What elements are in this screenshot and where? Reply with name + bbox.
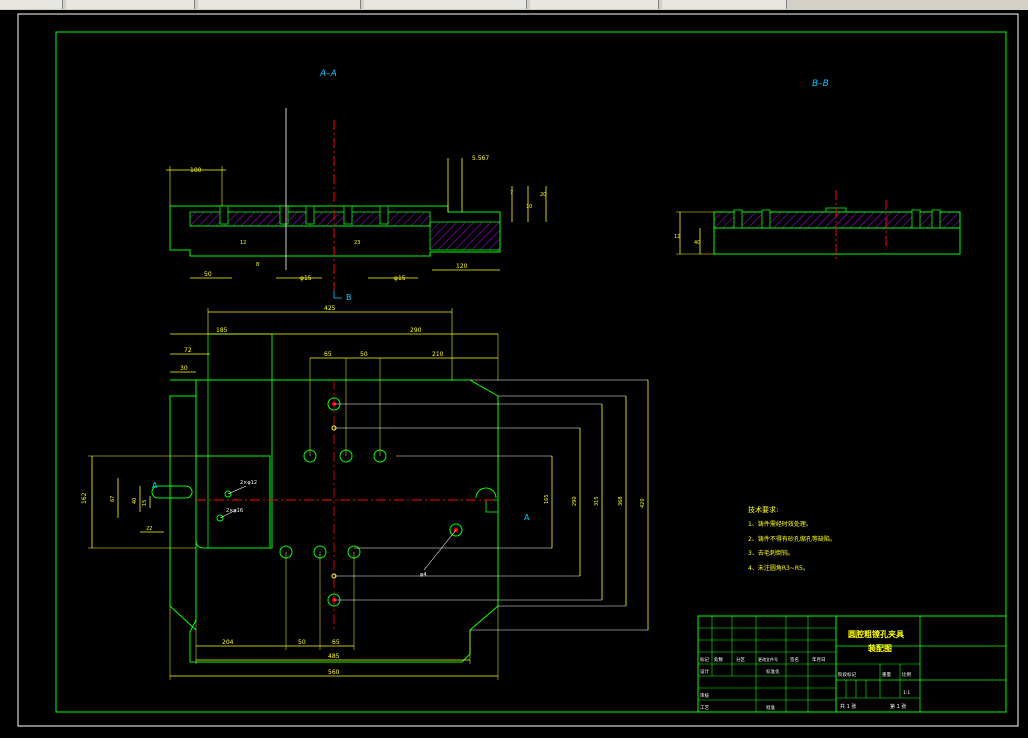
taskbar-tab[interactable] (0, 0, 63, 9)
plan-dim: 65 (332, 639, 340, 646)
aa-dim: 100 (190, 167, 202, 174)
tb-header: 分区 (736, 656, 745, 663)
tb-header: 处数 (714, 656, 723, 663)
plan-dim: 315 (594, 496, 600, 506)
cut-marker: B (346, 293, 352, 302)
aa-dim: 8 (256, 262, 259, 268)
tb-header: 标记 (700, 656, 709, 663)
section-mark-a: A (152, 481, 158, 490)
tb-header: 签名 (790, 656, 799, 663)
assembly-drawing: A–A 100 5.567 50 φ15 φ15 120 7 10 20 12 … (17, 13, 1019, 727)
aa-dim: φ15 (394, 275, 406, 282)
plan-view: 425 185 290 72 65 50 210 30 162 67 40 15… (81, 305, 649, 680)
aa-dim: 10 (526, 204, 532, 210)
tech-title: 技术要求: (748, 505, 778, 514)
tb-row-label: 批准 (766, 704, 775, 711)
taskbar (0, 0, 1028, 10)
tb-sheet-total: 共 1 张 (840, 703, 856, 710)
plan-dim: 425 (324, 305, 336, 312)
plan-dim: 290 (410, 327, 422, 334)
plan-dim: 420 (640, 498, 646, 508)
cad-canvas[interactable]: A–A 100 5.567 50 φ15 φ15 120 7 10 20 12 … (0, 10, 1028, 734)
bb-hatch (713, 211, 961, 229)
section-mark-a: A (524, 513, 530, 522)
plan-callout: 2×φ16 (226, 508, 243, 514)
taskbar-tab[interactable] (364, 0, 527, 9)
tb-row-label: 设计 (700, 668, 709, 675)
tech-item: 3、去毛刺倒钝。 (748, 549, 794, 557)
plan-dim: 65 (324, 351, 332, 358)
plan-dim: 30 (180, 365, 188, 372)
plan-dim: 290 (572, 496, 578, 506)
taskbar-tab[interactable] (198, 0, 361, 9)
tb-header: 更改文件号 (758, 656, 778, 662)
bb-dim: 40 (694, 240, 700, 246)
aa-hatch-right (429, 221, 501, 251)
tb-row-label: 标准化 (766, 668, 780, 675)
taskbar-tab[interactable] (662, 0, 787, 9)
plan-callout: φ4 (420, 572, 426, 578)
tb-right-label: 重量 (882, 671, 891, 678)
plan-dim: 204 (222, 639, 234, 646)
section-bb-label: B–B (812, 79, 829, 89)
aa-dim: φ15 (300, 275, 312, 282)
aa-dim: 20 (540, 192, 546, 198)
taskbar-tab[interactable] (66, 0, 195, 9)
tb-row-label: 审核 (700, 692, 709, 699)
plan-dim: 485 (328, 653, 340, 660)
tb-scale: 1:1 (903, 690, 910, 696)
tb-row-label: 工艺 (700, 705, 709, 711)
plan-dim: 368 (618, 496, 624, 506)
plan-dim: 50 (298, 639, 306, 646)
aa-dim: 120 (456, 263, 468, 270)
tb-right-label: 阶段标记 (838, 671, 856, 678)
plan-callout: 2×φ12 (240, 480, 257, 486)
drawing-subtitle: 装配图 (867, 643, 892, 653)
plan-dim: 22 (146, 526, 152, 532)
outer-border (17, 13, 1019, 727)
drawing-frame (55, 31, 1007, 713)
plan-dim: 162 (81, 492, 88, 504)
taskbar-tab[interactable] (530, 0, 659, 9)
aa-dim: 5.567 (472, 155, 489, 162)
title-block: 圆腔粗镗孔夹具 装配图 标记 处数 分区 更改文件号 签名 年月日 设计 标准化… (697, 615, 1007, 713)
technical-requirements: 技术要求: 1、铸件需经时效处理。 2、铸件不得有砂孔缩孔等缺陷。 3、去毛刺倒… (748, 505, 836, 572)
tech-item: 2、铸件不得有砂孔缩孔等缺陷。 (748, 535, 836, 543)
tech-item: 4、未注圆角R3~R5。 (748, 564, 809, 572)
section-aa-label: A–A (319, 69, 337, 79)
drawing-title: 圆腔粗镗孔夹具 (848, 629, 904, 639)
tb-right-label: 比例 (902, 671, 911, 678)
plan-dim: 15 (142, 500, 148, 506)
section-aa-view: A–A 100 5.567 50 φ15 φ15 120 7 10 20 12 … (166, 69, 547, 302)
section-bb-view: B–B 12 40 (674, 79, 961, 262)
aa-dim: 50 (204, 271, 212, 278)
plan-dim: 560 (328, 669, 340, 676)
aa-dim: 23 (354, 240, 360, 246)
plan-dim: 50 (360, 351, 368, 358)
aa-dim: 7 (510, 190, 513, 196)
plan-dim: 67 (110, 496, 116, 502)
tech-item: 1、铸件需经时效处理。 (748, 520, 812, 528)
bb-dim: 12 (674, 234, 680, 240)
tb-header: 年月日 (812, 656, 826, 663)
plan-dim: 72 (184, 347, 192, 354)
plan-dim: 40 (132, 498, 138, 504)
aa-dim: 12 (240, 240, 246, 246)
plan-dim: 185 (216, 327, 228, 334)
plan-dim: 165 (544, 494, 550, 504)
tb-sheet-number: 第 1 张 (890, 703, 906, 710)
plan-dim: 210 (432, 351, 444, 358)
